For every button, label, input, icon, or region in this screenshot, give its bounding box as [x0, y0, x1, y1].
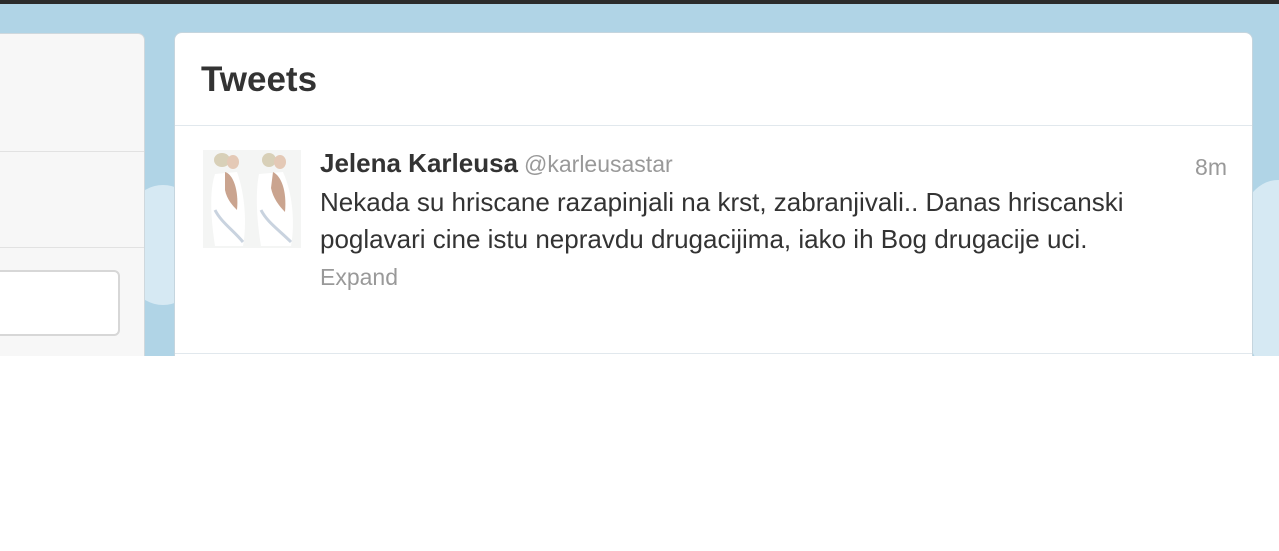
timeline-header: Tweets: [175, 33, 1252, 126]
divider: [0, 151, 144, 152]
tweet-item[interactable]: Jelena Karleusa @karleusastar Nekada su h…: [175, 126, 1252, 354]
profile-sidebar-panel: [0, 33, 145, 356]
page-title: Tweets: [201, 60, 318, 99]
divider: [0, 247, 144, 248]
tweet-header: Jelena Karleusa @karleusastar: [320, 148, 1140, 182]
tweet-timestamp[interactable]: 8m: [1195, 154, 1227, 181]
author-username[interactable]: @karleusastar: [524, 151, 673, 177]
tweet-text: Nekada su hriscane razapinjali na krst, …: [320, 187, 1124, 254]
compose-tweet-input[interactable]: [0, 270, 120, 336]
author-fullname[interactable]: Jelena Karleusa: [320, 148, 518, 178]
avatar[interactable]: [203, 150, 301, 248]
tweets-timeline-panel: Tweets Jelena Karleusa @karleusastar Nek…: [174, 32, 1253, 356]
expand-link[interactable]: Expand: [320, 264, 398, 291]
avatar-photo-icon: [203, 150, 301, 248]
tweet-content: Jelena Karleusa @karleusastar Nekada su h…: [320, 148, 1140, 291]
top-navigation-bar: [0, 0, 1279, 4]
page-background: Tweets Jelena Karleusa @karleusastar Nek…: [0, 0, 1279, 356]
